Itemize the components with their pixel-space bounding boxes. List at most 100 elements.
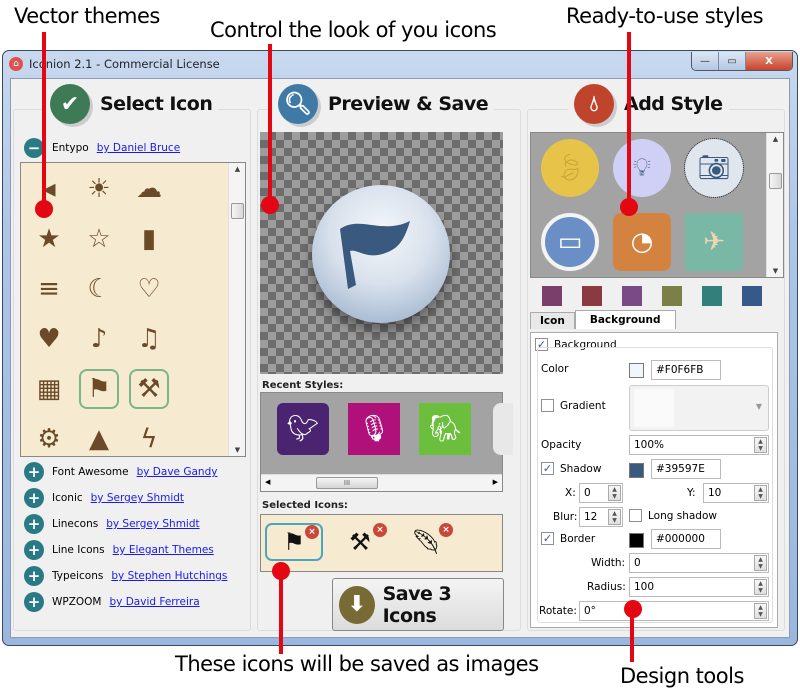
flag-icon[interactable]: ⚑ (79, 369, 119, 409)
save-icons-button[interactable]: ⬇ Save 3 Icons (332, 578, 504, 631)
color-swatch[interactable] (582, 286, 602, 306)
opacity-stepper[interactable]: ▲ ▼ (754, 437, 767, 453)
selected-icon-feather[interactable]: 🪶︎ × (397, 523, 455, 561)
gradient-picker[interactable]: ▼ (629, 385, 769, 431)
remove-icon[interactable]: × (373, 523, 387, 537)
scroll-up-icon[interactable]: ▲ (229, 165, 245, 173)
selected-icon-tools[interactable]: ⚒ × (331, 523, 389, 561)
width-field[interactable]: 0 ▲ ▼ (629, 553, 769, 573)
shadow-x-field[interactable]: 0 ▲ ▼ (579, 483, 623, 503)
long-shadow-checkbox[interactable] (629, 509, 642, 522)
recent-style-partial[interactable] (493, 403, 513, 455)
scroll-up-icon[interactable]: ▲ (767, 135, 784, 143)
blur-stepper[interactable]: ▲ ▼ (608, 509, 621, 525)
music-icon[interactable]: ♫ (129, 319, 169, 359)
color-swatch[interactable] (622, 286, 642, 306)
recent-styles-scrollbar[interactable]: ◀ III ▶ (261, 474, 502, 491)
library-author-link[interactable]: by Elegant Themes (113, 544, 214, 556)
shadow-color-swatch[interactable] (629, 463, 644, 478)
rotate-stepper[interactable]: ▲ ▼ (754, 603, 767, 619)
scroll-thumb[interactable]: III (316, 477, 378, 489)
grid-icon[interactable]: ▦ (29, 369, 69, 409)
icon-grid-scrollbar[interactable]: ▲ ▼ (228, 163, 245, 456)
library-author-link[interactable]: by Daniel Bruce (97, 142, 180, 154)
shadow-y-field[interactable]: 10 ▲ ▼ (703, 483, 769, 503)
scroll-left-icon[interactable]: ◀ (265, 478, 270, 486)
color-swatch[interactable] (662, 286, 682, 306)
radius-stepper[interactable]: ▲ ▼ (754, 579, 767, 595)
star-outline-icon[interactable]: ☆ (79, 219, 119, 259)
shadow-y-stepper[interactable]: ▲ ▼ (754, 485, 767, 501)
tab-background[interactable]: Background (574, 310, 676, 329)
camera-style[interactable]: 📷︎ (684, 138, 744, 198)
width-stepper[interactable]: ▲ ▼ (754, 555, 767, 571)
library-author-link[interactable]: by David Ferreira (110, 596, 200, 608)
star-filled-icon[interactable]: ★ (29, 219, 69, 259)
cloud-icon[interactable]: ☁ (129, 169, 169, 209)
expand-icon[interactable]: + (24, 592, 44, 612)
remove-icon[interactable]: × (305, 525, 319, 539)
shadow-toggle[interactable]: ✓ Shadow (541, 462, 601, 475)
contrast-icon[interactable]: ☀ (79, 169, 119, 209)
gradient-checkbox[interactable] (541, 399, 554, 412)
menu-icon[interactable]: ≡ (29, 269, 69, 309)
blur-field[interactable]: 12 ▲ ▼ (579, 507, 623, 527)
border-checkbox[interactable]: ✓ (541, 532, 554, 545)
moon-icon[interactable]: ☾ (79, 269, 119, 309)
tools-icon[interactable]: ⚒ (129, 369, 169, 409)
long-shadow-toggle[interactable]: Long shadow (629, 509, 717, 522)
minimize-button[interactable]: — (692, 52, 719, 70)
tab-icon[interactable]: Icon (530, 312, 575, 329)
opacity-field[interactable]: 100% ▲ ▼ (629, 435, 769, 455)
color-field[interactable]: #F0F6FB (651, 360, 721, 380)
scroll-thumb[interactable] (769, 173, 782, 189)
border-toggle[interactable]: ✓ Border (541, 532, 595, 545)
scroll-thumb[interactable] (231, 203, 244, 219)
remove-icon[interactable]: × (439, 523, 453, 537)
radius-field[interactable]: 100 ▲ ▼ (629, 577, 769, 597)
heart-outline-icon[interactable]: ♡ (129, 269, 169, 309)
rotate-field[interactable]: 0° ▲ ▼ (579, 601, 769, 621)
scroll-down-icon[interactable]: ▼ (229, 446, 245, 454)
color-swatch[interactable] (702, 286, 722, 306)
battery-style[interactable]: ▭ (541, 213, 599, 271)
expand-icon[interactable]: + (24, 488, 44, 508)
expand-icon[interactable]: + (24, 462, 44, 482)
bolt-icon[interactable]: ϟ (129, 419, 169, 456)
library-author-link[interactable]: by Dave Gandy (137, 466, 218, 478)
collapse-icon[interactable]: − (24, 138, 44, 158)
heart-filled-icon[interactable]: ♥ (29, 319, 69, 359)
gear-icon[interactable]: ⚙ (29, 419, 69, 456)
color-swatch[interactable] (629, 363, 644, 378)
shadow-color-field[interactable]: #39597E (651, 459, 721, 479)
library-author-link[interactable]: by Sergey Shmidt (91, 492, 184, 504)
gradient-toggle[interactable]: Gradient (541, 399, 606, 412)
twitter-style[interactable]: 🐦︎ (277, 403, 329, 455)
plane-style[interactable]: ✈ (685, 213, 743, 271)
shadow-checkbox[interactable]: ✓ (541, 462, 554, 475)
library-author-link[interactable]: by Sergey Shmidt (106, 518, 199, 530)
close-button[interactable]: X (746, 52, 792, 70)
style-gallery-scrollbar[interactable]: ▲ ▼ (766, 133, 783, 277)
scroll-down-icon[interactable]: ▼ (767, 267, 784, 275)
note-icon[interactable]: ♪ (79, 319, 119, 359)
bulb-style[interactable]: 💡︎ (613, 139, 671, 197)
chart-style[interactable]: ◔ (613, 213, 671, 271)
leaf-style[interactable]: 🍃︎ (541, 139, 599, 197)
border-color-field[interactable]: #000000 (651, 529, 721, 549)
color-swatch[interactable] (742, 286, 762, 306)
expand-icon[interactable]: + (24, 514, 44, 534)
maximize-button[interactable]: ▭ (719, 52, 746, 70)
expand-icon[interactable]: + (24, 540, 44, 560)
evernote-style[interactable]: 🐘︎ (419, 403, 471, 455)
shadow-x-stepper[interactable]: ▲ ▼ (608, 485, 621, 501)
border-color-swatch[interactable] (629, 533, 644, 548)
cup-icon[interactable]: ▮ (129, 219, 169, 259)
expand-icon[interactable]: + (24, 566, 44, 586)
microphone-style[interactable]: 🎙︎ (348, 403, 400, 455)
library-author-link[interactable]: by Stephen Hutchings (111, 570, 227, 582)
color-swatch[interactable] (542, 286, 562, 306)
scroll-right-icon[interactable]: ▶ (493, 478, 498, 486)
selected-icon-flag[interactable]: ⚑ × (265, 523, 323, 561)
warning-icon[interactable]: ▲ (79, 419, 119, 456)
